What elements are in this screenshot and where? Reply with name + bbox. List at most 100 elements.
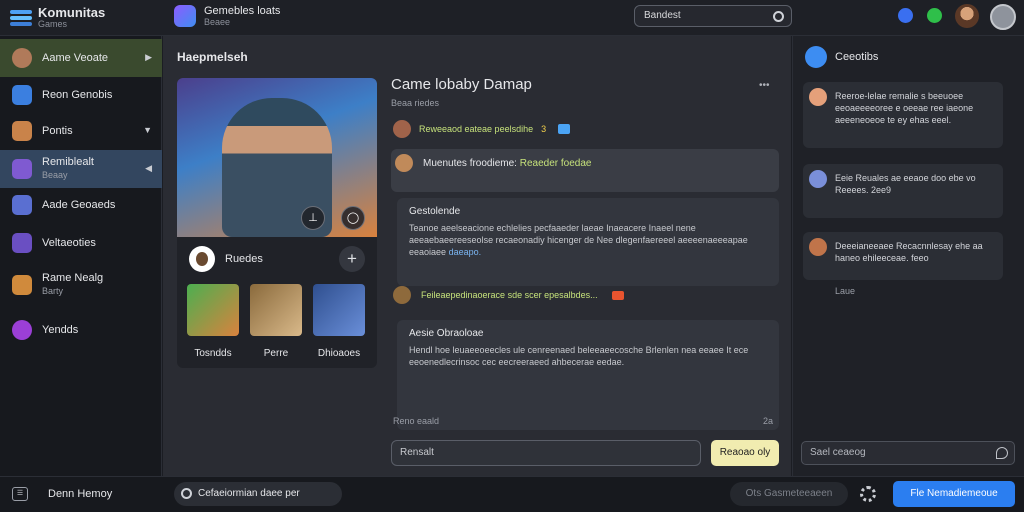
search-icon[interactable]	[773, 11, 784, 22]
sidebar-item-remiblealt[interactable]: Remiblealt Beaay ◀	[0, 150, 162, 188]
avatar-icon	[12, 121, 32, 141]
footer-count: 2a	[762, 416, 773, 426]
message-avatar[interactable]	[395, 154, 413, 172]
message-body: Hendl hoe leuaeeoeecles ule cenreenaed b…	[409, 345, 749, 367]
thumb-image-2[interactable]	[250, 284, 302, 336]
message-highlight[interactable]: Reaeder foedae	[520, 158, 592, 169]
sidebar-item-reon-genobis[interactable]: Reon Genobis	[0, 76, 162, 114]
chat-icon[interactable]	[927, 8, 942, 23]
comment-avatar[interactable]	[809, 238, 827, 256]
hero-card: ⊥ ◯ Ruedes + Tosndds Perre Dhioaoes	[177, 78, 377, 368]
sidebar-item-aade-geoaeds[interactable]: Aade Geoaeds	[0, 186, 162, 224]
chevron-left-icon: ◀	[145, 163, 152, 173]
sidebar-item-rame-nealg[interactable]: Rame Nealg Barty	[0, 266, 162, 304]
comment-card: Eeie Reuales ae eeaoe doo ebe vo Reeees.…	[803, 164, 1003, 218]
hero-row: Ruedes +	[187, 244, 367, 274]
comment-text: Eeie Reuales ae eeaoe doo ebe vo Reeees.…	[835, 173, 976, 195]
author-avatar[interactable]	[393, 120, 411, 138]
comment-card: Deeeianeeaee Recacnnlesay ehe aa haneo e…	[803, 232, 1003, 280]
comment-avatar[interactable]	[809, 170, 827, 188]
controller-icon	[12, 85, 32, 105]
sidebar-item-label: Reon Genobis	[42, 88, 113, 101]
comment-avatar[interactable]	[809, 88, 827, 106]
add-button[interactable]: +	[339, 246, 365, 272]
top-search-input[interactable]: Bandest	[634, 5, 792, 27]
channel-subtitle: Beaee	[204, 17, 231, 27]
message-link[interactable]: daeapo.	[449, 247, 482, 257]
user-avatar[interactable]	[955, 4, 979, 28]
gear-icon[interactable]	[860, 486, 876, 502]
hero-avatar[interactable]	[189, 246, 215, 272]
section-title: Haepmelseh	[177, 50, 248, 64]
post-header: Came lobaby Damap Beaa riedes	[391, 76, 781, 108]
post-meta-text: Reweeaod eateae peelsdihe	[419, 124, 534, 134]
sidebar-item-label: Veltaeoties	[42, 236, 96, 249]
hero-name: Ruedes	[225, 253, 263, 265]
sidebar-item-pontis[interactable]: Pontis ▼	[0, 112, 162, 150]
primary-action-button[interactable]: Fle Nemadiemeoue	[893, 481, 1015, 507]
comment-input-text: Sael ceaeog	[810, 447, 866, 458]
bottom-user-name[interactable]: Denn Hemoy	[48, 488, 112, 500]
chevron-right-icon: ▶	[145, 52, 152, 62]
comment-button[interactable]: ◯	[341, 206, 365, 230]
thumb-label: Dhioaoes	[317, 348, 361, 359]
thumb-image-1[interactable]	[187, 284, 239, 336]
post-meta-2-text: Feileaepedinaoerace sde scer epesalbdes.…	[421, 290, 598, 300]
message-title: Gestolende	[409, 206, 461, 217]
menu-icon[interactable]: ☰	[12, 487, 28, 501]
search-icon	[181, 488, 192, 499]
sidebar-item-veltaeoties[interactable]: Veltaeoties	[0, 224, 162, 262]
post-subtitle: Beaa riedes	[391, 98, 440, 108]
app-logo-icon	[10, 9, 32, 27]
sidebar-item-title: Remiblealt	[42, 156, 94, 168]
share-button[interactable]: ⊥	[301, 206, 325, 230]
comment-input[interactable]: Sael ceaeog	[801, 441, 1015, 465]
message-title: Aesie Obraoloae	[409, 328, 484, 339]
comment-text: Reeroe-lelae remalie s beeuoee eeoaeeeeo…	[835, 91, 974, 125]
sword-icon	[12, 195, 32, 215]
channel-title: Gemebles loats	[204, 5, 281, 17]
reply-input[interactable]: Rensalt	[391, 440, 701, 466]
bottom-search-text: Cefaeiormian daee per	[198, 488, 300, 499]
sidebar-item-label: Pontis	[42, 124, 73, 137]
compass-icon[interactable]	[990, 4, 1016, 30]
sidebar-item-label: Aame Veoate	[42, 51, 109, 64]
avatar-icon	[12, 275, 32, 295]
author-avatar[interactable]	[393, 286, 411, 304]
sidebar-item-aame-veoate[interactable]: Aame Veoate ▶	[0, 39, 162, 77]
sidebar-item-sub: Barty	[42, 286, 64, 296]
chevron-down-icon: ▼	[143, 125, 152, 135]
reply-button[interactable]: Reaoao oly	[711, 440, 779, 466]
more-options-icon[interactable]: •••	[759, 80, 770, 91]
reaction-icon[interactable]	[611, 290, 624, 300]
sidebar-item-label: Rame Nealg Barty	[42, 272, 103, 298]
app-root: Komunitas Games Gemebles loats Beaee Ban…	[0, 0, 1024, 512]
message-prefix: Muenutes froodieme:	[423, 158, 517, 169]
hero-image: ⊥ ◯	[177, 78, 377, 237]
notification-icon[interactable]	[898, 8, 913, 23]
sidebar-item-sub: Beaay	[42, 170, 68, 180]
sidebar-item-yendds[interactable]: Yendds	[0, 311, 162, 349]
avatar-icon	[12, 159, 32, 179]
post-meta: Reweeaod eateae peelsdihe 3	[393, 120, 571, 138]
avatar-icon	[12, 233, 32, 253]
thumb-image-3[interactable]	[313, 284, 365, 336]
sidebar-item-label: Yendds	[42, 323, 79, 336]
post-footer: Reno eaald 2a	[393, 416, 773, 426]
message-body: Teanoe aeelseacione echlelies pecfaaeder…	[409, 222, 759, 258]
comment-text: Deeeianeeaee Recacnnlesay ehe aa haneo e…	[835, 241, 983, 263]
message-card: Gestolende Teanoe aeelseacione echlelies…	[397, 198, 779, 286]
top-search-text: Bandest	[644, 10, 681, 21]
avatar-icon	[12, 48, 32, 68]
post-meta-2: Feileaepedinaoerace sde scer epesalbdes.…	[393, 286, 624, 304]
right-panel-header: Ceeotibs	[805, 46, 878, 68]
bottom-search-input[interactable]: Cefaeiormian daee per	[174, 482, 342, 506]
bottom-pill-button[interactable]: Ots Gasmeteeaeen	[730, 482, 848, 506]
compass-icon	[805, 46, 827, 68]
send-icon[interactable]	[996, 447, 1008, 459]
sidebar-item-label: Aade Geoaeds	[42, 198, 116, 211]
meta-badge: 3	[541, 124, 547, 134]
brand[interactable]: Komunitas Games	[10, 6, 105, 29]
app-subtitle: Games	[38, 19, 68, 29]
app-name: Komunitas	[38, 5, 106, 20]
